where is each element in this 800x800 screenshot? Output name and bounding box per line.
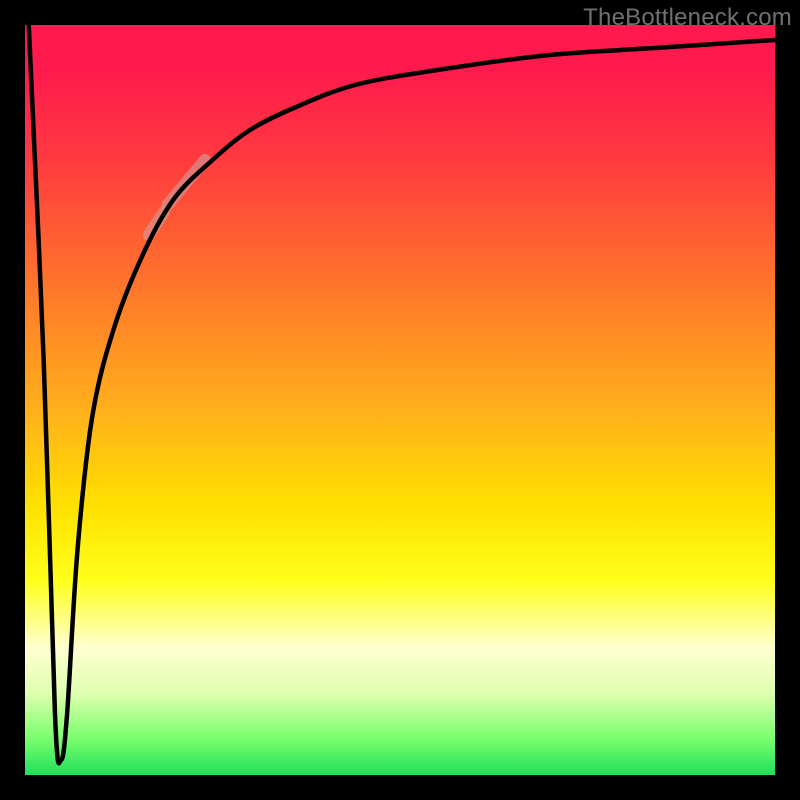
plot-area bbox=[25, 25, 775, 775]
curve-layer bbox=[25, 25, 775, 775]
bottleneck-curve bbox=[29, 25, 775, 763]
chart-frame: TheBottleneck.com bbox=[0, 0, 800, 800]
